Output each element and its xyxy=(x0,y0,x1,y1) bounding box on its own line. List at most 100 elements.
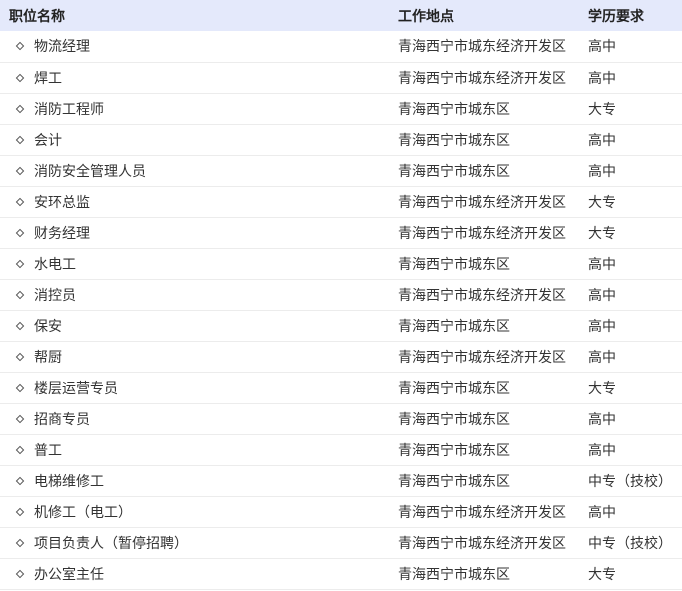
work-location-cell: 青海西宁市城东区 xyxy=(398,132,510,149)
diamond-outline-icon xyxy=(15,476,25,485)
education-cell: 高中 xyxy=(588,39,616,56)
work-location-cell: 青海西宁市城东经济开发区 xyxy=(398,349,566,366)
diamond-outline-icon xyxy=(15,538,25,547)
job-title-link[interactable]: 焊工 xyxy=(34,71,62,87)
table-row[interactable]: 楼层运营专员 青海西宁市城东区 大专 xyxy=(0,372,682,403)
job-title-cell: 财务经理 xyxy=(0,217,398,248)
job-title-cell: 焊工 xyxy=(0,62,398,93)
job-title-link[interactable]: 普工 xyxy=(34,443,62,459)
table-row[interactable]: 消防工程师 青海西宁市城东区 大专 xyxy=(0,93,682,124)
diamond-outline-icon xyxy=(15,445,25,454)
education-cell: 大专 xyxy=(588,566,616,583)
work-location-cell: 青海西宁市城东区 xyxy=(398,411,510,428)
education-cell: 高中 xyxy=(588,70,616,87)
table-row[interactable]: 物流经理 青海西宁市城东经济开发区 高中 xyxy=(0,31,682,62)
education-cell: 高中 xyxy=(588,132,616,149)
education-cell: 高中 xyxy=(588,504,616,521)
job-title-link[interactable]: 水电工 xyxy=(34,257,76,273)
table-row[interactable]: 办公室主任 青海西宁市城东区 大专 xyxy=(0,558,682,589)
table-row[interactable]: 财务经理 青海西宁市城东经济开发区 大专 xyxy=(0,217,682,248)
education-cell: 高中 xyxy=(588,287,616,304)
education-cell: 高中 xyxy=(588,442,616,459)
job-title-link[interactable]: 消防工程师 xyxy=(34,102,104,118)
job-title-link[interactable]: 财务经理 xyxy=(34,226,90,242)
diamond-outline-icon xyxy=(15,290,25,299)
table-body: 物流经理 青海西宁市城东经济开发区 高中 焊工 青海西宁市城东经济开发区 高中 消防工程师青… xyxy=(0,31,682,589)
table-row[interactable]: 项目负责人（暂停招聘） 青海西宁市城东经济开发区 中专（技校） xyxy=(0,527,682,558)
table-row[interactable]: 安环总监 青海西宁市城东经济开发区 大专 xyxy=(0,186,682,217)
job-title-link[interactable]: 招商专员 xyxy=(34,412,90,428)
diamond-outline-icon xyxy=(15,352,25,361)
table-row[interactable]: 招商专员 青海西宁市城东区 高中 xyxy=(0,403,682,434)
work-location-cell: 青海西宁市城东经济开发区 xyxy=(398,504,566,521)
job-title-cell: 物流经理 xyxy=(0,31,398,62)
diamond-outline-icon xyxy=(15,507,25,516)
work-location-cell: 青海西宁市城东区 xyxy=(398,380,510,397)
table-row[interactable]: 电梯维修工 青海西宁市城东区 中专（技校） xyxy=(0,465,682,496)
table-row[interactable]: 机修工（电工） 青海西宁市城东经济开发区 高中 xyxy=(0,496,682,527)
education-cell: 大专 xyxy=(588,194,616,211)
education-cell: 中专（技校） xyxy=(588,535,672,552)
job-title-link[interactable]: 办公室主任 xyxy=(34,567,104,583)
work-location-cell: 青海西宁市城东区 xyxy=(398,256,510,273)
diamond-outline-icon xyxy=(15,135,25,144)
header-job-title: 职位名称 xyxy=(9,8,65,25)
job-title-cell: 会计 xyxy=(0,124,398,155)
table-row[interactable]: 普工 青海西宁市城东区 高中 xyxy=(0,434,682,465)
work-location-cell: 青海西宁市城东经济开发区 xyxy=(398,287,566,304)
diamond-outline-icon xyxy=(15,414,25,423)
job-title-cell: 项目负责人（暂停招聘） xyxy=(0,527,398,558)
work-location-cell: 青海西宁市城东经济开发区 xyxy=(398,70,566,87)
table-row[interactable]: 水电工 青海西宁市城东区 高中 xyxy=(0,248,682,279)
work-location-cell: 青海西宁市城东经济开发区 xyxy=(398,39,566,56)
table-row[interactable]: 会计 青海西宁市城东区 高中 xyxy=(0,124,682,155)
job-title-link[interactable]: 会计 xyxy=(34,133,62,149)
job-title-cell: 楼层运营专员 xyxy=(0,372,398,403)
diamond-outline-icon xyxy=(15,104,25,113)
education-cell: 中专（技校） xyxy=(588,473,672,490)
job-title-link[interactable]: 物流经理 xyxy=(34,39,90,55)
work-location-cell: 青海西宁市城东区 xyxy=(398,318,510,335)
table-row[interactable]: 焊工 青海西宁市城东经济开发区 高中 xyxy=(0,62,682,93)
job-title-link[interactable]: 项目负责人（暂停招聘） xyxy=(34,536,188,552)
job-title-link[interactable]: 楼层运营专员 xyxy=(34,381,118,397)
education-cell: 大专 xyxy=(588,101,616,118)
table-header: 职位名称 工作地点 学历要求 xyxy=(0,0,682,31)
job-title-link[interactable]: 帮厨 xyxy=(34,350,62,366)
job-title-link[interactable]: 保安 xyxy=(34,319,62,335)
work-location-cell: 青海西宁市城东区 xyxy=(398,101,510,118)
education-cell: 高中 xyxy=(588,256,616,273)
table-row[interactable]: 保安 青海西宁市城东区 高中 xyxy=(0,310,682,341)
job-title-cell: 水电工 xyxy=(0,248,398,279)
job-title-cell: 消防工程师 xyxy=(0,93,398,124)
header-row: 职位名称 工作地点 学历要求 xyxy=(0,0,682,31)
table-row[interactable]: 帮厨 青海西宁市城东经济开发区 高中 xyxy=(0,341,682,372)
work-location-cell: 青海西宁市城东区 xyxy=(398,163,510,180)
job-title-cell: 普工 xyxy=(0,434,398,465)
header-education: 学历要求 xyxy=(588,8,644,25)
job-title-link[interactable]: 电梯维修工 xyxy=(34,474,104,490)
job-title-link[interactable]: 机修工（电工） xyxy=(34,505,132,521)
table-row[interactable]: 消防安全管理人员 青海西宁市城东区 高中 xyxy=(0,155,682,186)
diamond-outline-icon xyxy=(15,228,25,237)
work-location-cell: 青海西宁市城东经济开发区 xyxy=(398,194,566,211)
diamond-outline-icon xyxy=(15,42,25,51)
job-title-link[interactable]: 消防安全管理人员 xyxy=(34,164,146,180)
education-cell: 大专 xyxy=(588,225,616,242)
job-title-link[interactable]: 消控员 xyxy=(34,288,76,304)
diamond-outline-icon xyxy=(15,383,25,392)
diamond-outline-icon xyxy=(15,321,25,330)
diamond-outline-icon xyxy=(15,73,25,82)
header-work-location: 工作地点 xyxy=(398,8,454,25)
job-title-cell: 安环总监 xyxy=(0,186,398,217)
job-title-cell: 电梯维修工 xyxy=(0,465,398,496)
education-cell: 高中 xyxy=(588,411,616,428)
table-row[interactable]: 消控员 青海西宁市城东经济开发区 高中 xyxy=(0,279,682,310)
job-title-cell: 消防安全管理人员 xyxy=(0,155,398,186)
job-title-link[interactable]: 安环总监 xyxy=(34,195,90,211)
education-cell: 高中 xyxy=(588,163,616,180)
job-title-cell: 保安 xyxy=(0,310,398,341)
job-title-cell: 办公室主任 xyxy=(0,558,398,589)
job-listing-table: 职位名称 工作地点 学历要求 物流经理 青海西宁市城东经济开发区 高中 焊工 青海西宁市… xyxy=(0,0,682,590)
job-title-cell: 帮厨 xyxy=(0,341,398,372)
